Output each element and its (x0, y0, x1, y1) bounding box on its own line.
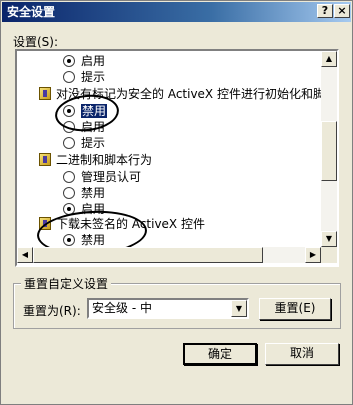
settings-category-icon (39, 217, 51, 230)
settings-label: 设置(S): (13, 35, 59, 49)
radio-selected-icon (63, 234, 75, 246)
settings-category-icon (39, 87, 51, 100)
reset-button[interactable]: 重置(E) (259, 298, 331, 320)
radio-selected-icon (63, 203, 75, 215)
settings-category-icon (39, 153, 51, 166)
option-label: 禁用 (81, 186, 106, 200)
option-label: 提示 (81, 70, 106, 84)
arrow-down-icon[interactable]: ▼ (321, 231, 337, 247)
option-label: 启用 (81, 202, 106, 216)
settings-category: 二进制和脚本行为 (39, 152, 152, 168)
option-label: 禁用 (81, 233, 106, 247)
title-bar: 安全设置 (2, 2, 351, 22)
window-title: 安全设置 (7, 5, 56, 19)
radio-unselected-icon (63, 187, 75, 199)
radio-option[interactable]: 禁用 (63, 103, 108, 119)
horizontal-scrollbar[interactable]: ◀ ▶ (17, 247, 321, 263)
category-label: 对没有标记为安全的 ActiveX 控件进行初始化和脚 (56, 87, 321, 101)
vertical-scroll-thumb[interactable] (321, 121, 337, 181)
radio-selected-icon (63, 105, 75, 117)
security-level-value: 安全级 - 中 (92, 301, 152, 315)
radio-option[interactable]: 启用 (63, 119, 105, 135)
option-label: 启用 (81, 54, 106, 68)
radio-selected-icon (63, 55, 75, 67)
radio-option[interactable]: 启用 (63, 53, 105, 69)
arrow-left-icon[interactable]: ◀ (17, 247, 33, 263)
radio-option[interactable]: 禁用 (63, 232, 105, 247)
option-label: 启用 (81, 120, 106, 134)
option-label: 禁用 (81, 104, 108, 118)
radio-option[interactable]: 管理员认可 (63, 169, 141, 185)
arrow-up-icon[interactable]: ▲ (321, 51, 337, 67)
ok-button[interactable]: 确定 (183, 343, 257, 365)
option-label: 管理员认可 (81, 170, 142, 184)
radio-unselected-icon (63, 121, 75, 133)
close-icon: × (337, 4, 347, 17)
radio-option[interactable]: 提示 (63, 135, 105, 151)
radio-unselected-icon (63, 171, 75, 183)
settings-listbox[interactable]: 启用 提示 对没有标记为安全的 ActiveX 控件进行初始化和脚 禁用 启用 … (15, 49, 339, 267)
reset-group-label: 重置自定义设置 (21, 275, 112, 292)
security-level-select[interactable]: 安全级 - 中 ▼ (87, 298, 249, 319)
category-label: 下载未签名的 ActiveX 控件 (56, 217, 205, 231)
help-icon: ? (321, 4, 329, 17)
radio-option[interactable]: 提示 (63, 69, 105, 85)
reset-to-label: 重置为(R): (23, 304, 81, 318)
scroll-corner (321, 247, 337, 263)
help-button[interactable]: ? (317, 4, 333, 18)
radio-unselected-icon (63, 137, 75, 149)
settings-category: 对没有标记为安全的 ActiveX 控件进行初始化和脚 (39, 86, 321, 102)
radio-option[interactable]: 禁用 (63, 185, 105, 201)
settings-category: 下载未签名的 ActiveX 控件 (39, 216, 205, 232)
horizontal-scroll-thumb[interactable] (33, 247, 263, 263)
category-label: 二进制和脚本行为 (56, 153, 153, 167)
cancel-button[interactable]: 取消 (265, 343, 339, 365)
arrow-right-icon[interactable]: ▶ (305, 247, 321, 263)
vertical-scrollbar[interactable]: ▲ ▼ (321, 51, 337, 247)
radio-option[interactable]: 启用 (63, 201, 105, 217)
radio-unselected-icon (63, 71, 75, 83)
chevron-down-icon[interactable]: ▼ (231, 300, 247, 317)
option-label: 提示 (81, 136, 106, 150)
close-button[interactable]: × (334, 4, 350, 18)
security-settings-dialog: 安全设置 ? × 设置(S): 启用 提示 对没有标记为安全的 ActiveX … (0, 0, 353, 405)
